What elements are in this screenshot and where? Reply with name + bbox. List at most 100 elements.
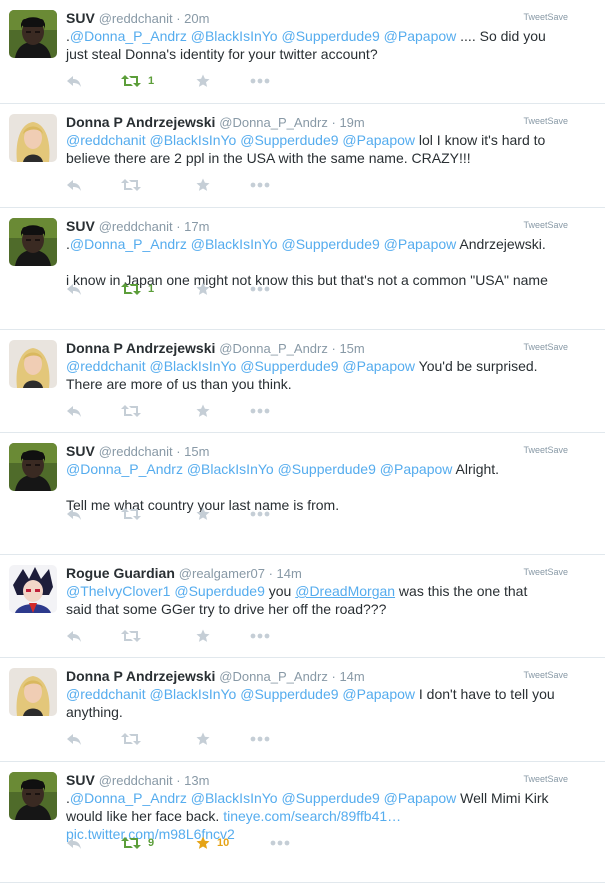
timestamp[interactable]: 14m xyxy=(277,566,302,581)
mention-link[interactable]: @TheIvyClover1 xyxy=(66,583,170,599)
mention-link[interactable]: @BlackIsInYo xyxy=(149,132,236,148)
reply-button[interactable] xyxy=(66,729,82,749)
avatar[interactable] xyxy=(9,114,57,162)
display-name[interactable]: Donna P Andrzejewski xyxy=(66,114,215,130)
mention-link[interactable]: @BlackIsInYo xyxy=(191,28,278,44)
username-handle[interactable]: @reddchanit xyxy=(99,219,173,234)
username-handle[interactable]: @Donna_P_Andrz xyxy=(219,341,328,356)
username-handle[interactable]: @reddchanit xyxy=(99,773,173,788)
username-handle[interactable]: @realgamer07 xyxy=(179,566,265,581)
mention-link[interactable]: @BlackIsInYo xyxy=(187,461,274,477)
timestamp[interactable]: 15m xyxy=(339,341,364,356)
display-name[interactable]: Rogue Guardian xyxy=(66,565,175,581)
reply-button[interactable] xyxy=(66,279,82,299)
avatar[interactable] xyxy=(9,565,57,613)
mention-link[interactable]: @Papapow xyxy=(342,358,415,374)
timestamp[interactable]: 17m xyxy=(184,219,209,234)
favorite-button[interactable] xyxy=(196,729,210,749)
timestamp[interactable]: 14m xyxy=(339,669,364,684)
username-handle[interactable]: @reddchanit xyxy=(99,444,173,459)
mention-link[interactable]: @BlackIsInYo xyxy=(149,358,236,374)
favorite-button[interactable] xyxy=(196,401,210,421)
more-options-button[interactable] xyxy=(250,504,270,524)
mention-link[interactable]: @Papapow xyxy=(384,236,457,252)
mention-link[interactable]: @Papapow xyxy=(342,132,415,148)
display-name[interactable]: SUV xyxy=(66,443,95,459)
mention-link[interactable]: @Papapow xyxy=(384,790,457,806)
mention-link[interactable]: @Supperdude9 xyxy=(240,132,338,148)
reply-button[interactable] xyxy=(66,401,82,421)
reply-button[interactable] xyxy=(66,626,82,646)
reply-button[interactable] xyxy=(66,175,82,195)
mention-link[interactable]: @Donna_P_Andrz xyxy=(70,236,187,252)
timestamp[interactable]: 20m xyxy=(184,11,209,26)
mention-link[interactable]: @DreadMorgan xyxy=(295,583,395,599)
mention-link[interactable]: @Supperdude9 xyxy=(278,461,376,477)
username-handle[interactable]: @Donna_P_Andrz xyxy=(219,669,328,684)
mention-link[interactable]: @Superdude9 xyxy=(174,583,265,599)
display-name[interactable]: Donna P Andrzejewski xyxy=(66,668,215,684)
timestamp[interactable]: 13m xyxy=(184,773,209,788)
tweet-header: Donna P Andrzejewski @Donna_P_Andrz · 15… xyxy=(66,339,365,357)
mention-link[interactable]: @Supperdude9 xyxy=(240,358,338,374)
avatar[interactable] xyxy=(9,218,57,266)
retweet-button[interactable] xyxy=(121,729,141,749)
favorite-button[interactable] xyxy=(196,626,210,646)
more-options-button[interactable] xyxy=(250,279,270,299)
mention-link[interactable]: @Supperdude9 xyxy=(281,28,379,44)
tweetsave-label: TweetSave xyxy=(523,774,568,784)
display-name[interactable]: SUV xyxy=(66,10,95,26)
reply-button[interactable] xyxy=(66,833,82,853)
tweet: SUV @reddchanit · 20m TweetSave .@Donna_P_… xyxy=(0,0,605,104)
more-options-button[interactable] xyxy=(250,401,270,421)
favorite-button[interactable] xyxy=(196,279,210,299)
reply-button[interactable] xyxy=(66,71,82,91)
avatar[interactable] xyxy=(9,340,57,388)
display-name[interactable]: Donna P Andrzejewski xyxy=(66,340,215,356)
mention-link[interactable]: @reddchanit xyxy=(66,132,146,148)
retweet-button[interactable]: 9 xyxy=(121,833,154,853)
more-options-button[interactable] xyxy=(250,729,270,749)
favorite-button[interactable] xyxy=(196,504,210,524)
retweet-button[interactable] xyxy=(121,504,141,524)
mention-link[interactable]: @Supperdude9 xyxy=(240,686,338,702)
avatar[interactable] xyxy=(9,772,57,820)
timestamp[interactable]: 15m xyxy=(184,444,209,459)
username-handle[interactable]: @reddchanit xyxy=(99,11,173,26)
retweet-button[interactable] xyxy=(121,626,141,646)
mention-link[interactable]: @Supperdude9 xyxy=(281,236,379,252)
mention-link[interactable]: @Donna_P_Andrz xyxy=(70,28,187,44)
mention-link[interactable]: @Papapow xyxy=(380,461,453,477)
retweet-button[interactable] xyxy=(121,401,141,421)
more-options-button[interactable] xyxy=(250,71,270,91)
retweet-button[interactable]: 1 xyxy=(121,71,154,91)
display-name[interactable]: SUV xyxy=(66,772,95,788)
mention-link[interactable]: @Donna_P_Andrz xyxy=(66,461,183,477)
avatar[interactable] xyxy=(9,668,57,716)
url-link[interactable]: tineye.com/search/89ffb41… xyxy=(223,808,401,824)
mention-link[interactable]: @reddchanit xyxy=(66,358,146,374)
favorite-button[interactable] xyxy=(196,175,210,195)
retweet-button[interactable]: 1 xyxy=(121,279,154,299)
favorite-icon xyxy=(196,74,210,88)
mention-link[interactable]: @BlackIsInYo xyxy=(191,790,278,806)
reply-button[interactable] xyxy=(66,504,82,524)
retweet-button[interactable] xyxy=(121,175,141,195)
favorite-button[interactable]: 10 xyxy=(196,833,229,853)
more-options-button[interactable] xyxy=(270,833,290,853)
avatar[interactable] xyxy=(9,10,57,58)
mention-link[interactable]: @Supperdude9 xyxy=(281,790,379,806)
timestamp[interactable]: 19m xyxy=(339,115,364,130)
username-handle[interactable]: @Donna_P_Andrz xyxy=(219,115,328,130)
more-options-button[interactable] xyxy=(250,626,270,646)
mention-link[interactable]: @BlackIsInYo xyxy=(191,236,278,252)
mention-link[interactable]: @BlackIsInYo xyxy=(149,686,236,702)
more-options-button[interactable] xyxy=(250,175,270,195)
mention-link[interactable]: @Papapow xyxy=(384,28,457,44)
mention-link[interactable]: @reddchanit xyxy=(66,686,146,702)
mention-link[interactable]: @Donna_P_Andrz xyxy=(70,790,187,806)
favorite-button[interactable] xyxy=(196,71,210,91)
avatar[interactable] xyxy=(9,443,57,491)
mention-link[interactable]: @Papapow xyxy=(342,686,415,702)
display-name[interactable]: SUV xyxy=(66,218,95,234)
